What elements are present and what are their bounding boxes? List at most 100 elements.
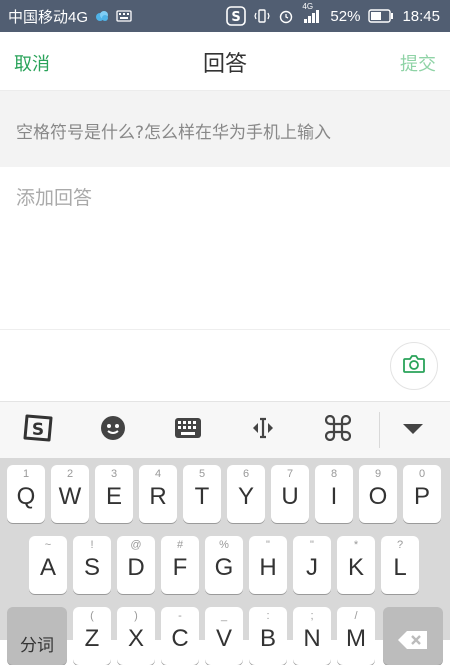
key-alt-label: : [266, 610, 270, 622]
keyboard: 1Q 2W 3E 4R 5T 6Y 7U 8I 9O 0P ~ A ! S @ D #… [0, 458, 450, 665]
key-label: K [347, 554, 364, 581]
answer-input[interactable]: 添加回答 [0, 167, 450, 329]
keyboard-switch-button[interactable] [150, 402, 225, 458]
key-a[interactable]: ~ A [29, 536, 67, 594]
key-label: I [330, 483, 338, 510]
camera-button[interactable] [390, 342, 438, 390]
key-k[interactable]: * K [337, 536, 375, 594]
collapse-keyboard-icon [402, 421, 424, 440]
key-alt-label: ( [90, 610, 94, 622]
key-label: O [368, 483, 388, 510]
key-j[interactable]: " J [293, 536, 331, 594]
cloud-sync-icon [94, 9, 110, 23]
key-r[interactable]: 4R [139, 465, 177, 523]
fenci-key[interactable]: 分词 [7, 607, 67, 665]
key-label: F [172, 554, 188, 581]
ime-toolbar: S [0, 401, 450, 459]
key-label: D [127, 554, 145, 581]
cursor-move-button[interactable] [225, 402, 300, 458]
key-alt-label: 8 [330, 468, 338, 480]
key-label: X [127, 625, 144, 652]
key-i[interactable]: 8I [315, 465, 353, 523]
alarm-icon [278, 8, 294, 24]
emoji-icon [100, 415, 126, 445]
key-alt-label: / [354, 610, 358, 622]
key-alt-label: " [310, 539, 314, 551]
key-alt-label: @ [130, 539, 142, 551]
key-label: Y [237, 483, 254, 510]
ime-logo-button[interactable]: S [0, 402, 75, 458]
clock: 18:45 [402, 7, 440, 25]
key-b[interactable]: :B [249, 607, 287, 665]
carrier-label: 中国移动4G [8, 8, 89, 26]
vibrate-icon [254, 8, 271, 24]
key-f[interactable]: # F [161, 536, 199, 594]
backspace-key[interactable] [383, 607, 443, 665]
key-alt-label: ) [134, 610, 138, 622]
key-alt-label: - [178, 610, 182, 622]
page-title: 回答 [202, 52, 247, 77]
key-p[interactable]: 0P [403, 465, 441, 523]
key-label: U [281, 483, 299, 510]
header-bar: 取消 回答 提交 [0, 32, 450, 91]
key-alt-label: ; [310, 610, 314, 622]
key-n[interactable]: ; N [293, 607, 331, 665]
key-g[interactable]: % G [205, 536, 243, 594]
key-d[interactable]: @ D [117, 536, 155, 594]
key-l[interactable]: ? L [381, 536, 419, 594]
key-s[interactable]: ! S [73, 536, 111, 594]
collapse-keyboard-button[interactable] [375, 402, 450, 458]
signal-icon: 4G [302, 2, 322, 24]
key-label: 分词 [20, 636, 54, 655]
key-alt-label: # [176, 539, 184, 551]
network-type-label: 4G [302, 2, 314, 11]
key-c[interactable]: -C [161, 607, 199, 665]
key-u[interactable]: 7U [271, 465, 309, 523]
emoji-button[interactable] [75, 402, 150, 458]
key-alt-label: 7 [286, 468, 294, 480]
key-z[interactable]: (Z [73, 607, 111, 665]
key-y[interactable]: 6Y [227, 465, 265, 523]
key-label: H [259, 554, 277, 581]
submit-button[interactable]: 提交 [400, 50, 436, 76]
key-label: B [259, 625, 276, 652]
key-label: V [215, 625, 232, 652]
key-alt-label: 2 [66, 468, 74, 480]
key-label: G [214, 554, 234, 581]
key-alt-label: ? [396, 539, 404, 551]
key-h[interactable]: " H [249, 536, 287, 594]
key-alt-label: _ [220, 610, 228, 622]
key-alt-label: * [353, 539, 359, 551]
key-m[interactable]: / M [337, 607, 375, 665]
command-button[interactable] [300, 402, 375, 458]
answer-placeholder: 添加回答 [16, 187, 93, 209]
key-v[interactable]: _ V [205, 607, 243, 665]
key-e[interactable]: 3E [95, 465, 133, 523]
sogou-logo-icon: S [22, 413, 54, 447]
key-label: N [303, 625, 321, 652]
key-t[interactable]: 5T [183, 465, 221, 523]
backspace-icon [397, 629, 429, 655]
battery-percent: 52% [330, 7, 361, 25]
key-w[interactable]: 2W [51, 465, 89, 523]
key-label: S [83, 554, 100, 581]
key-alt-label: 1 [22, 468, 30, 480]
key-label: A [39, 554, 56, 581]
attachment-bar [0, 329, 450, 402]
key-label: E [105, 483, 122, 510]
key-alt-label: " [266, 539, 270, 551]
key-label: L [393, 554, 407, 581]
key-q[interactable]: 1Q [7, 465, 45, 523]
keyboard-icon [174, 417, 202, 443]
key-label: M [346, 625, 366, 652]
key-alt-label: ~ [44, 539, 52, 551]
cursor-move-icon [249, 416, 277, 444]
key-label: W [58, 483, 82, 510]
key-o[interactable]: 9O [359, 465, 397, 523]
command-icon [324, 414, 351, 445]
key-label: R [149, 483, 167, 510]
key-x[interactable]: ) X [117, 607, 155, 665]
key-label: J [306, 554, 318, 581]
toolbar-divider [379, 412, 380, 448]
key-alt-label: 4 [154, 468, 162, 480]
